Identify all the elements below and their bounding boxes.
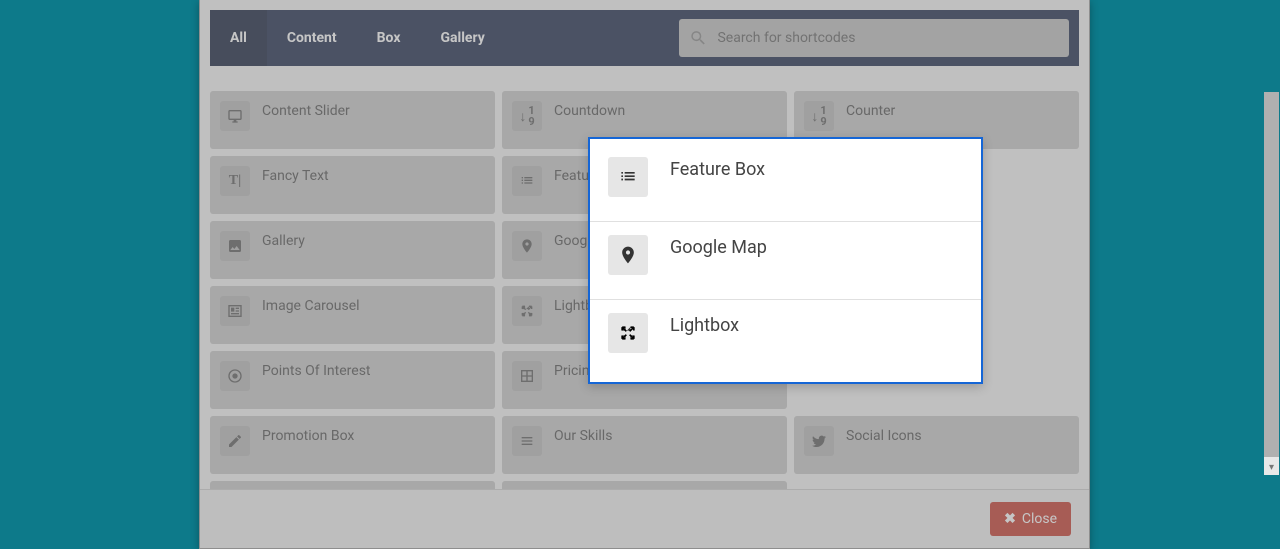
scrollbar-down-arrow[interactable]: ▾ xyxy=(1264,460,1279,475)
shortcode-label: Promotion Box xyxy=(262,426,354,444)
monitor-icon xyxy=(220,101,250,131)
shortcode-label: Content Slider xyxy=(262,101,350,119)
category-tabs: All Content Box Gallery xyxy=(210,10,505,66)
list-icon xyxy=(608,157,648,197)
shortcode-label: Countdown xyxy=(554,101,625,119)
shortcode-item[interactable]: Our Skills xyxy=(502,416,787,474)
tab-all[interactable]: All xyxy=(210,10,267,66)
pin-icon xyxy=(512,231,542,261)
shortcode-item[interactable]: Togglable Tabs xyxy=(210,481,495,489)
shortcode-label: Gallery xyxy=(262,231,305,249)
highlight-label: Google Map xyxy=(670,235,767,258)
highlight-popup: Feature Box Google Map Lightbox xyxy=(588,137,983,384)
target-icon xyxy=(220,361,250,391)
search-icon xyxy=(689,28,707,48)
highlight-label: Lightbox xyxy=(670,313,739,336)
close-icon: ✖ xyxy=(1004,511,1016,527)
close-button[interactable]: ✖ Close xyxy=(990,502,1071,536)
shortcode-label: Fancy Text xyxy=(262,166,329,184)
twitter-icon xyxy=(804,426,834,456)
tab-box[interactable]: Box xyxy=(357,10,421,66)
expand-icon xyxy=(608,313,648,353)
scrollbar-thumb[interactable] xyxy=(1264,92,1279,457)
tab-content[interactable]: Content xyxy=(267,10,357,66)
pencil-icon xyxy=(220,426,250,456)
modal-footer: ✖ Close xyxy=(200,489,1089,548)
shortcode-label: Points Of Interest xyxy=(262,361,371,379)
shortcode-item[interactable]: Image Carousel xyxy=(210,286,495,344)
shortcode-label: Counter xyxy=(846,101,895,119)
scrollbar[interactable]: ▾ xyxy=(1264,92,1279,475)
shortcode-item[interactable]: Social Icons xyxy=(794,416,1079,474)
tab-gallery[interactable]: Gallery xyxy=(420,10,504,66)
shortcode-label: Our Skills xyxy=(554,426,612,444)
shortcode-label: Social Icons xyxy=(846,426,922,444)
highlight-item[interactable]: Feature Box xyxy=(590,144,981,222)
shortcode-item[interactable]: Gallery xyxy=(210,221,495,279)
shortcode-item[interactable]: T| Fancy Text xyxy=(210,156,495,214)
textcursor-icon: T| xyxy=(220,166,250,196)
shortcode-item[interactable]: Testimonial xyxy=(502,481,787,489)
newspaper-icon xyxy=(220,296,250,326)
search-container xyxy=(679,19,1069,57)
modal-header: All Content Box Gallery xyxy=(210,10,1079,66)
shortcode-item[interactable]: Content Slider xyxy=(210,91,495,149)
picture-icon xyxy=(220,231,250,261)
pin-icon xyxy=(608,235,648,275)
shortcode-item[interactable]: Promotion Box xyxy=(210,416,495,474)
highlight-item[interactable]: Lightbox xyxy=(590,300,981,377)
sort19-icon: ↓19 xyxy=(804,101,834,131)
list-icon xyxy=(512,166,542,196)
search-input[interactable] xyxy=(717,30,1059,46)
expand-icon xyxy=(512,296,542,326)
highlight-label: Feature Box xyxy=(670,157,765,180)
table-icon xyxy=(512,361,542,391)
sort19-icon: ↓19 xyxy=(512,101,542,131)
shortcode-item[interactable]: Points Of Interest xyxy=(210,351,495,409)
highlight-item[interactable]: Google Map xyxy=(590,222,981,300)
bars-icon xyxy=(512,426,542,456)
close-label: Close xyxy=(1022,511,1057,527)
shortcode-label: Image Carousel xyxy=(262,296,360,314)
